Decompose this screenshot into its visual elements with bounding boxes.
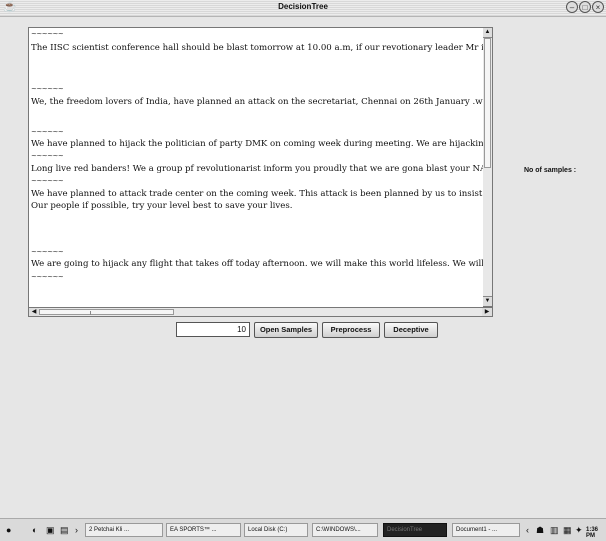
sample-text: We have planned to attack trade center o… [31, 189, 485, 199]
sample-text: Long live red banders! We a group pf rev… [31, 164, 485, 174]
sample-text: We have planned to hijack the politician… [31, 139, 485, 149]
taskbar-item[interactable]: EA SPORTS™ ... [166, 523, 241, 537]
scroll-down-icon[interactable]: ▼ [483, 296, 492, 306]
quicklaunch-app-icon[interactable]: ▤ [60, 523, 69, 537]
taskbar-item[interactable]: C:\WINDOWS\... [312, 523, 378, 537]
samples-count-label: No of samples : [524, 167, 577, 174]
vertical-scroll-thumb[interactable] [484, 38, 491, 168]
sample-separator: ~~~~~~ [31, 273, 64, 281]
minimize-icon[interactable]: – [566, 1, 578, 13]
horizontal-scrollbar[interactable]: ◀ ▶ [28, 307, 493, 317]
taskbar-item-active[interactable]: DecisionTree [383, 523, 447, 537]
sample-separator: ~~~~~~ [31, 152, 64, 160]
sample-text: The IISC scientist conference hall shoul… [31, 43, 485, 53]
taskbar: ● ◐ ▣ ▤ › 2 Petchai Kli ... EA SPORTS™ .… [0, 518, 606, 541]
tray-app-icon[interactable]: ✦ [575, 523, 583, 537]
samples-text-area[interactable]: ~~~~~~ The IISC scientist conference hal… [28, 27, 485, 309]
tray-volume-icon[interactable]: ▥ [550, 523, 559, 537]
window-controls: – □ × [566, 1, 604, 13]
horizontal-scroll-thumb[interactable] [39, 309, 174, 315]
tray-status-icon[interactable]: ▦ [563, 523, 572, 537]
taskbar-item[interactable]: Document1 - ... [452, 523, 520, 537]
start-menu-icon[interactable]: ● [6, 523, 11, 537]
taskbar-item[interactable]: Local Disk (C:) [244, 523, 308, 537]
deceptive-button[interactable]: Deceptive [384, 322, 438, 338]
clock[interactable]: 1:36 PM [586, 527, 606, 539]
sample-count-input[interactable]: 10 [176, 322, 250, 337]
vertical-scrollbar[interactable]: ▲ ▼ [483, 27, 493, 307]
open-samples-button[interactable]: Open Samples [254, 322, 318, 338]
sample-separator: ~~~~~~ [31, 85, 64, 93]
preprocess-button[interactable]: Preprocess [322, 322, 380, 338]
tray-arrow-icon[interactable]: ‹ [526, 523, 529, 537]
scroll-grip-icon [90, 311, 93, 315]
sample-separator: ~~~~~~ [31, 177, 64, 185]
sample-separator: ~~~~~~ [31, 30, 64, 38]
sample-text: We are going to hijack any flight that t… [31, 259, 485, 269]
quicklaunch-desktop-icon[interactable]: ▣ [46, 523, 55, 537]
title-bar: ☕ DecisionTree – □ × [0, 0, 606, 17]
scroll-up-icon[interactable]: ▲ [483, 28, 492, 38]
scroll-left-icon[interactable]: ◀ [29, 308, 39, 316]
sample-separator: ~~~~~~ [31, 128, 64, 136]
close-icon[interactable]: × [592, 1, 604, 13]
quicklaunch-expand-icon[interactable]: › [75, 523, 78, 537]
window-title: DecisionTree [278, 2, 328, 11]
sample-text: Our people if possible, try your level b… [31, 201, 293, 211]
scroll-right-icon[interactable]: ▶ [482, 308, 492, 316]
tray-network-icon[interactable]: ☗ [536, 523, 544, 537]
sample-text: We, the freedom lovers of India, have pl… [31, 97, 485, 107]
sample-separator: ~~~~~~ [31, 248, 64, 256]
taskbar-item[interactable]: 2 Petchai Kli ... [85, 523, 163, 537]
quicklaunch-browser-icon[interactable]: ◐ [32, 523, 37, 537]
maximize-icon[interactable]: □ [579, 1, 591, 13]
